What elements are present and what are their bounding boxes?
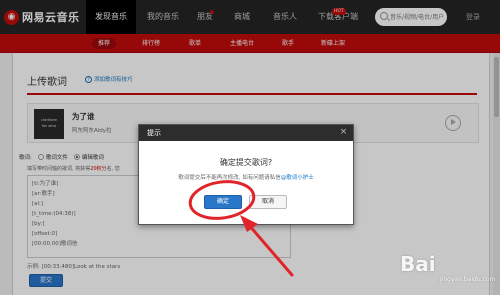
baidu-watermark: Bai [400, 252, 436, 276]
close-icon[interactable]: × [339, 128, 348, 137]
baidu-watermark-url: jingyan.baidu.com [440, 276, 496, 283]
dialog-header: 提示 × [139, 125, 353, 141]
dialog-note: 歌词提交后不能再次修改, 如有问题请私信@歌词小护士 [139, 173, 353, 181]
cancel-button[interactable]: 取消 [249, 195, 287, 209]
dialog-note-text: 歌词提交后不能再次修改, 如有问题请私信 [178, 175, 281, 181]
dialog-title: 提示 [147, 129, 161, 137]
lyrics-nurse-link[interactable]: @歌词小护士 [281, 175, 314, 181]
dialog-message: 确定提交歌词? [219, 158, 273, 167]
confirm-dialog: 提示 × 确定提交歌词? 歌词提交后不能再次修改, 如有问题请私信@歌词小护士 … [138, 124, 354, 225]
confirm-button[interactable]: 确定 [204, 195, 242, 209]
